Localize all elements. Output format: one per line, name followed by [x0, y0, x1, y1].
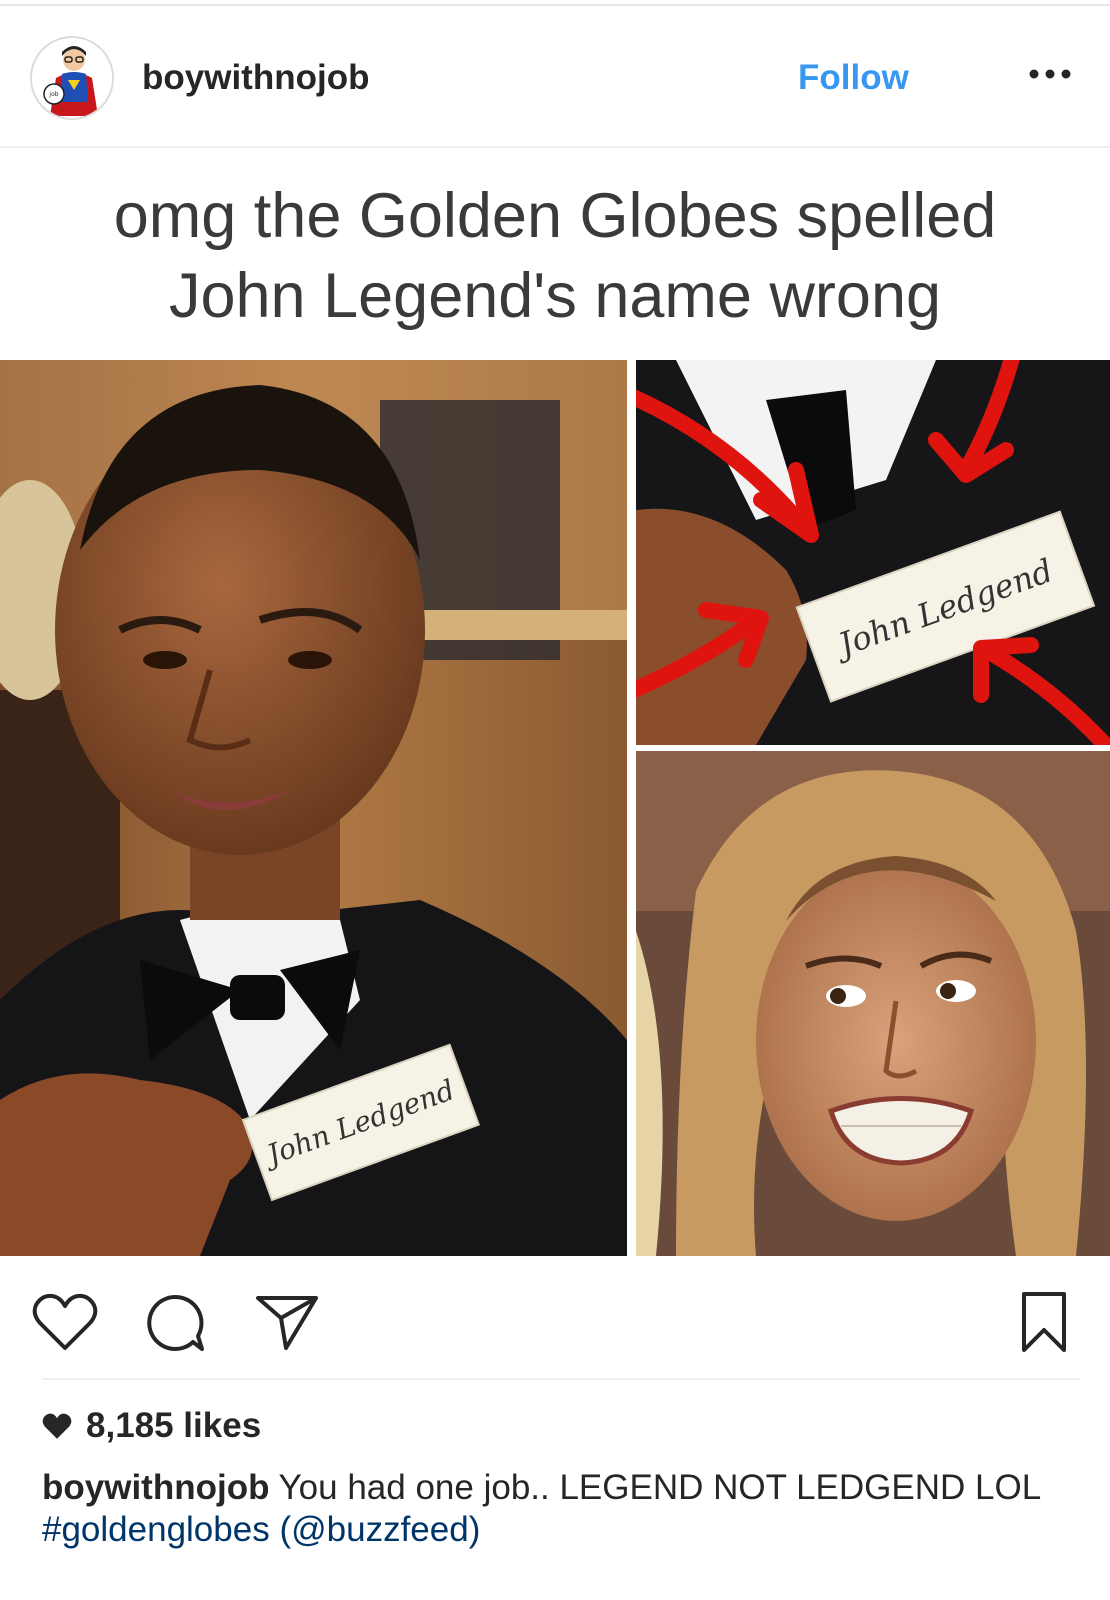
- avatar[interactable]: job: [30, 36, 114, 120]
- ellipsis-icon[interactable]: [1026, 64, 1074, 84]
- follow-button[interactable]: Follow: [798, 58, 909, 98]
- meme-caption-line-2: John Legend's name wrong: [168, 261, 942, 331]
- caption-mention[interactable]: (@buzzfeed): [279, 1510, 480, 1549]
- heart-filled-icon: [42, 1413, 72, 1439]
- photo-man-holding-card: John Ledgend: [0, 360, 627, 1256]
- heart-icon[interactable]: [32, 1292, 98, 1352]
- post-image[interactable]: omg the Golden Globes spelled John Legen…: [0, 148, 1110, 1256]
- post-header: job boywithnojob Follow: [0, 6, 1110, 148]
- photo-woman-grimace: [636, 751, 1110, 1256]
- bookmark-icon[interactable]: [1020, 1290, 1068, 1354]
- post-caption: boywithnojob You had one job.. LEGEND NO…: [42, 1467, 1082, 1551]
- post-username[interactable]: boywithnojob: [142, 58, 369, 98]
- meme-caption: omg the Golden Globes spelled John Legen…: [20, 176, 1090, 336]
- svg-text:job: job: [48, 91, 58, 98]
- likes-label: 8,185 likes: [86, 1406, 262, 1445]
- caption-username[interactable]: boywithnojob: [42, 1468, 269, 1507]
- action-bar: [0, 1256, 1110, 1380]
- action-divider: [42, 1378, 1080, 1380]
- paper-plane-icon[interactable]: [254, 1292, 320, 1352]
- caption-hashtag[interactable]: #goldenglobes: [42, 1510, 270, 1549]
- caption-text: You had one job.. LEGEND NOT LEDGEND LOL: [278, 1468, 1040, 1507]
- likes-count[interactable]: 8,185 likes: [42, 1406, 261, 1446]
- comment-icon[interactable]: [144, 1292, 206, 1354]
- photo-card-closeup: John Ledgend: [636, 360, 1110, 745]
- meme-caption-line-1: omg the Golden Globes spelled: [113, 181, 997, 251]
